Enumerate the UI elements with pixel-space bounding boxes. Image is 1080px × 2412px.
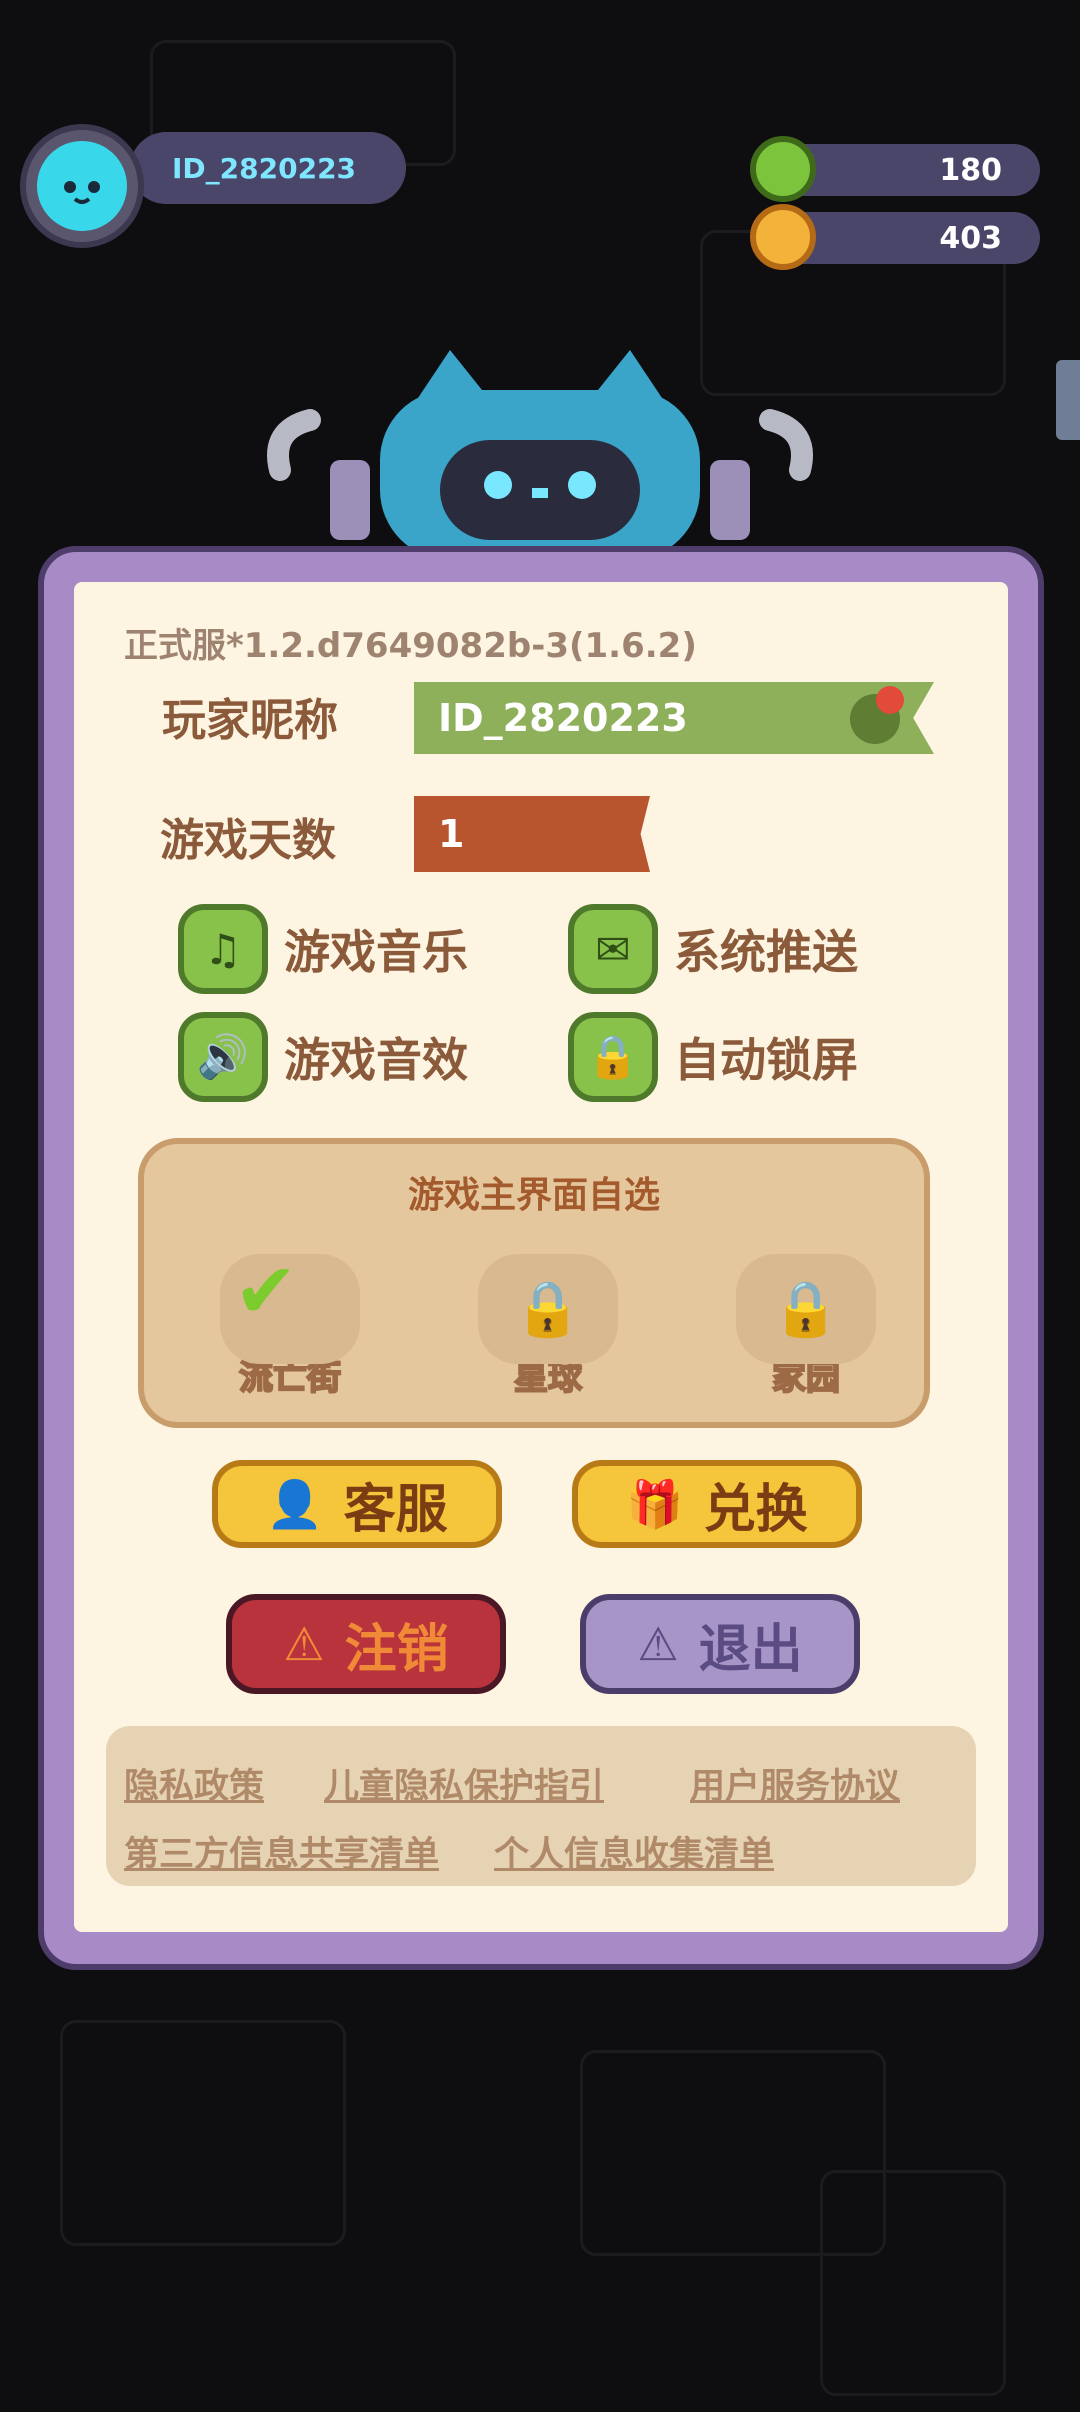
- cancel-account-label: 注销: [344, 1619, 449, 1680]
- nickname-label: 玩家昵称: [162, 695, 338, 746]
- person-icon: 👤: [266, 1476, 324, 1531]
- redeem-button[interactable]: 🎁 兑换: [572, 1460, 862, 1548]
- toggle-label: 自动锁屏: [674, 1033, 858, 1087]
- warning-icon: ⚠: [637, 1617, 679, 1671]
- logout-button[interactable]: ⚠ 退出: [580, 1594, 860, 1694]
- child-privacy-link[interactable]: 儿童隐私保护指引: [324, 1758, 604, 1809]
- customer-service-button[interactable]: 👤 客服: [212, 1460, 502, 1548]
- robot-mascot-icon: [267, 350, 813, 550]
- background-decoration: [60, 2020, 346, 2246]
- home-icon: 🔒: [736, 1254, 876, 1364]
- home-screen-selector: 游戏主界面自选 ✔ 流亡街 🔒 星球 🔒 家园: [138, 1138, 930, 1428]
- notification-dot: [876, 686, 904, 714]
- days-label: 游戏天数: [160, 815, 336, 866]
- home-select-title: 游戏主界面自选: [407, 1175, 660, 1216]
- days-value: 1: [438, 812, 465, 856]
- gift-icon: 🎁: [626, 1476, 684, 1531]
- user-agreement-link[interactable]: 用户服务协议: [690, 1758, 900, 1809]
- share-icon[interactable]: [1056, 360, 1080, 440]
- planet-coin-icon: [750, 204, 816, 270]
- edit-pen-icon[interactable]: [850, 686, 904, 744]
- planet-icon: 🔒: [478, 1254, 618, 1364]
- nickname-value: ID_2820223: [438, 696, 688, 740]
- cancel-account-button[interactable]: ⚠ 注销: [226, 1594, 506, 1694]
- currency-gold-counter[interactable]: 403: [750, 204, 1040, 270]
- toggle-system-push[interactable]: ✉ 系统推送: [568, 904, 858, 994]
- toggle-label: 游戏音效: [284, 1033, 468, 1087]
- settings-panel: 正式服*1.2.d7649082b-3(1.6.2) 玩家昵称 ID_28202…: [74, 582, 1008, 1932]
- mode-planet[interactable]: 🔒 星球: [468, 1254, 628, 1399]
- privacy-policy-link[interactable]: 隐私政策: [124, 1758, 264, 1809]
- nickname-field[interactable]: ID_2820223: [414, 682, 934, 754]
- legal-links: 隐私政策 儿童隐私保护指引 用户服务协议 第三方信息共享清单 个人信息收集清单: [106, 1726, 976, 1886]
- message-icon: ✉: [568, 904, 658, 994]
- player-id-label: ID_2820223: [130, 132, 406, 204]
- mode-home[interactable]: 🔒 家园: [726, 1254, 886, 1399]
- currency-green-value: 180: [939, 152, 1002, 188]
- personal-info-link[interactable]: 个人信息收集清单: [494, 1826, 774, 1877]
- speaker-icon: 🔊: [178, 1012, 268, 1102]
- donut-coin-icon: [750, 136, 816, 202]
- mode-street[interactable]: ✔ 流亡街: [210, 1246, 370, 1399]
- music-note-icon: ♫: [178, 904, 268, 994]
- currency-gold-value: 403: [939, 220, 1002, 256]
- street-icon: ✔: [220, 1246, 360, 1364]
- lock-icon: 🔒: [514, 1277, 582, 1340]
- toggle-game-music[interactable]: ♫ 游戏音乐: [178, 904, 468, 994]
- toggle-label: 系统推送: [674, 925, 858, 979]
- cat-avatar-icon: [37, 141, 127, 231]
- avatar[interactable]: [20, 124, 144, 248]
- redeem-label: 兑换: [703, 1479, 808, 1540]
- check-icon: ✔: [234, 1246, 298, 1335]
- third-party-link[interactable]: 第三方信息共享清单: [124, 1826, 439, 1877]
- toggle-auto-lock[interactable]: 🔒 自动锁屏: [568, 1012, 858, 1102]
- toggle-label: 游戏音乐: [284, 925, 468, 979]
- background-decoration: [820, 2170, 1006, 2396]
- warning-icon: ⚠: [283, 1617, 325, 1671]
- toggle-game-sfx[interactable]: 🔊 游戏音效: [178, 1012, 468, 1102]
- version-label: 正式服*1.2.d7649082b-3(1.6.2): [124, 626, 697, 666]
- lock-icon: 🔒: [772, 1277, 840, 1340]
- logout-label: 退出: [698, 1619, 803, 1680]
- service-label: 客服: [343, 1479, 448, 1540]
- days-value-field: 1: [414, 796, 650, 872]
- currency-green-counter[interactable]: 180: [750, 136, 1040, 202]
- lock-icon: 🔒: [568, 1012, 658, 1102]
